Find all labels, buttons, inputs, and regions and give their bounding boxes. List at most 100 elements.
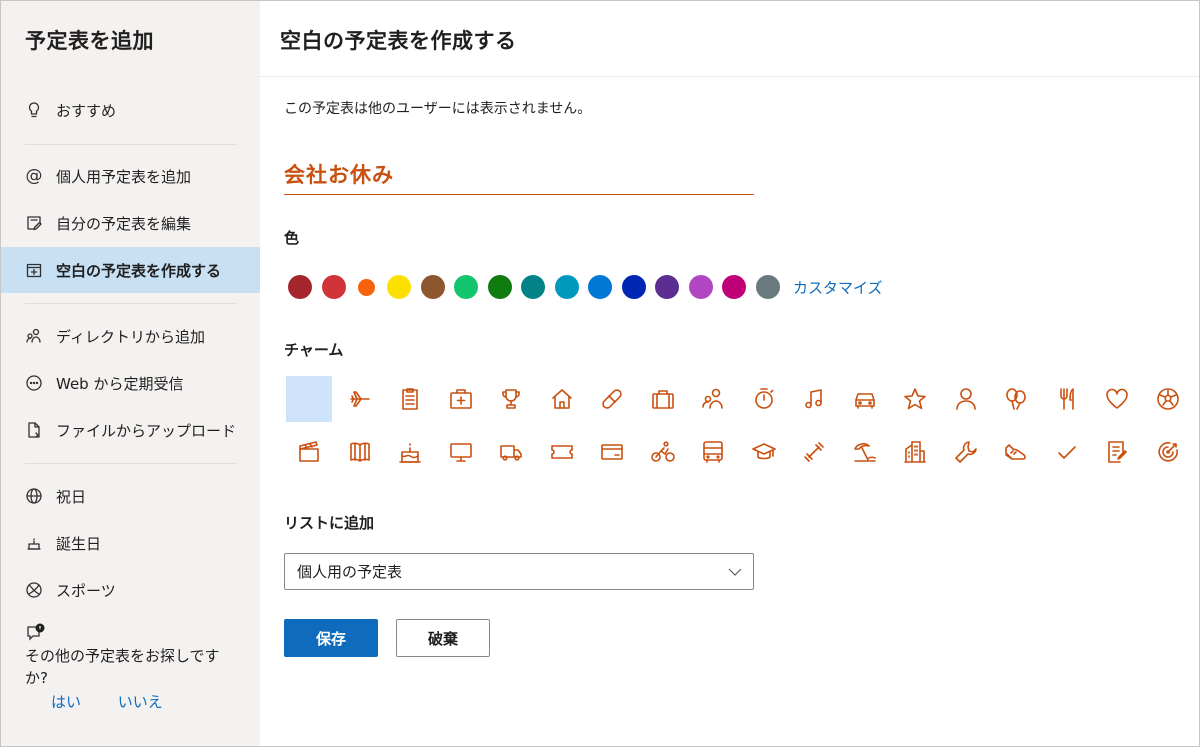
list-dropdown[interactable]: 個人用の予定表 [284,553,754,590]
color-swatch-light-blue[interactable] [554,275,579,299]
sidebar-item-label: Web から定期受信 [56,374,184,393]
feedback-icon [25,623,235,645]
color-swatch-brown[interactable] [420,275,445,299]
discard-button[interactable]: 破棄 [396,619,490,657]
color-swatch-red[interactable] [321,275,346,299]
sidebar-item-label: 個人用予定表を追加 [56,167,192,186]
globe-icon [25,487,43,505]
sidebar-item-add-personal[interactable]: @ 個人用予定表を追加 [1,153,260,199]
sidebar-item-directory[interactable]: ディレクトリから追加 [1,313,260,359]
color-swatch-dark-blue[interactable] [621,275,646,299]
web-icon [25,374,43,392]
color-swatch-dark-red[interactable] [288,275,312,299]
charm-balloons-icon[interactable] [993,376,1039,422]
charm-cyclist-icon[interactable] [640,429,686,475]
charm-wrench-icon[interactable] [943,429,989,475]
sidebar-item-suggested[interactable]: おすすめ [1,87,260,133]
feedback-question: その他の予定表をお探しですか? [25,647,220,687]
color-swatch-light-green[interactable] [454,275,478,299]
feedback-no-link[interactable]: いいえ [118,693,163,711]
sidebar-item-sports[interactable]: スポーツ [1,567,260,613]
sidebar-item-holidays[interactable]: 祝日 [1,473,260,519]
main-panel: 空白の予定表を作成する この予定表は他のユーザーには表示されません。 会社お休み… [260,1,1199,746]
divider [25,303,237,304]
charm-label: チャーム [284,341,344,359]
charm-utensils-icon[interactable] [1044,376,1090,422]
charm-clapperboard-icon[interactable] [286,429,332,475]
list-dropdown-value: 個人用の予定表 [297,563,403,581]
sidebar-item-label: 祝日 [56,487,87,506]
sidebar-item-label: 空白の予定表を作成する [56,261,222,280]
charm-sneaker-icon[interactable] [993,429,1039,475]
color-swatch-green[interactable] [487,275,512,299]
sports-icon [25,581,43,599]
charm-building-icon[interactable] [892,429,938,475]
charm-target-icon[interactable] [1145,429,1191,475]
sidebar-item-label: スポーツ [56,581,116,600]
feedback-prompt: その他の予定表をお探しですか? [25,623,235,689]
color-swatch-gray[interactable] [755,275,780,299]
charm-dumbbell-icon[interactable] [791,429,837,475]
calendar-name-input[interactable]: 会社お休み [284,155,754,195]
sidebar-item-upload-file[interactable]: ファイルからアップロード [1,407,260,453]
color-swatch-orange[interactable] [358,278,375,296]
charm-soccer-icon[interactable] [1145,376,1191,422]
charm-checkmark-icon[interactable] [1044,429,1090,475]
charm-people-icon[interactable] [690,376,736,422]
charm-pill-icon[interactable] [589,376,635,422]
charm-heart-icon[interactable] [1094,376,1140,422]
sidebar-item-label: ディレクトリから追加 [56,327,205,346]
add-calendar-dialog: 予定表を追加 おすすめ @ 個人用予定表を追加 自分の予定表を編集 空白の予定表… [0,0,1200,747]
customize-color-link[interactable]: カスタマイズ [793,277,883,298]
charm-graduation-cap-icon[interactable] [741,429,787,475]
charm-credit-card-icon[interactable] [589,429,635,475]
feedback-yes-link[interactable]: はい [51,693,81,711]
calendar-add-icon [25,261,43,279]
sidebar: 予定表を追加 おすすめ @ 個人用予定表を追加 自分の予定表を編集 空白の予定表… [1,1,260,746]
charm-clipboard-icon[interactable] [387,376,433,422]
charm-music-icon[interactable] [791,376,837,422]
charm-monitor-icon[interactable] [438,429,484,475]
sidebar-item-label: 誕生日 [56,534,102,553]
sidebar-item-label: 自分の予定表を編集 [56,214,192,233]
charm-briefcase-icon[interactable] [640,376,686,422]
sidebar-item-create-blank[interactable]: 空白の予定表を作成する [1,247,260,293]
cake-icon [25,534,43,552]
page-title: 空白の予定表を作成する [260,1,1199,77]
people-icon [25,327,43,345]
sidebar-item-label: ファイルからアップロード [56,421,237,440]
charm-ticket-icon[interactable] [539,429,585,475]
color-swatch-blue[interactable] [588,275,612,299]
color-swatch-light-purple[interactable] [688,275,713,299]
charm-trophy-icon[interactable] [488,376,534,422]
sidebar-item-birthdays[interactable]: 誕生日 [1,520,260,566]
charm-cake-icon[interactable] [387,429,433,475]
divider [25,144,237,145]
color-swatch-yellow[interactable] [387,275,411,299]
charm-truck-icon[interactable] [488,429,534,475]
charm-person-icon[interactable] [943,376,989,422]
charm-timer-icon[interactable] [741,376,787,422]
color-swatch-purple[interactable] [655,275,679,299]
charm-bus-icon[interactable] [690,429,736,475]
color-swatches: カスタマイズ [288,275,883,299]
charm-beach-icon[interactable] [842,429,888,475]
color-swatch-teal[interactable] [521,275,545,299]
charm-none[interactable] [286,376,332,422]
charm-home-icon[interactable] [539,376,585,422]
charm-car-icon[interactable] [842,376,888,422]
color-swatch-magenta[interactable] [722,275,746,299]
color-label: 色 [284,229,300,247]
charm-first-aid-icon[interactable] [438,376,484,422]
charm-notepad-icon[interactable] [1094,429,1140,475]
at-icon: @ [25,166,43,186]
feedback-links: はい いいえ [51,691,195,712]
sidebar-item-edit-calendars[interactable]: 自分の予定表を編集 [1,200,260,246]
charm-airplane-icon[interactable] [337,376,383,422]
charm-star-icon[interactable] [892,376,938,422]
sidebar-item-web-subscribe[interactable]: Web から定期受信 [1,360,260,406]
save-button[interactable]: 保存 [284,619,378,657]
privacy-notice: この予定表は他のユーザーには表示されません。 [284,101,592,117]
sidebar-title: 予定表を追加 [25,29,154,53]
charm-book-icon[interactable] [337,429,383,475]
